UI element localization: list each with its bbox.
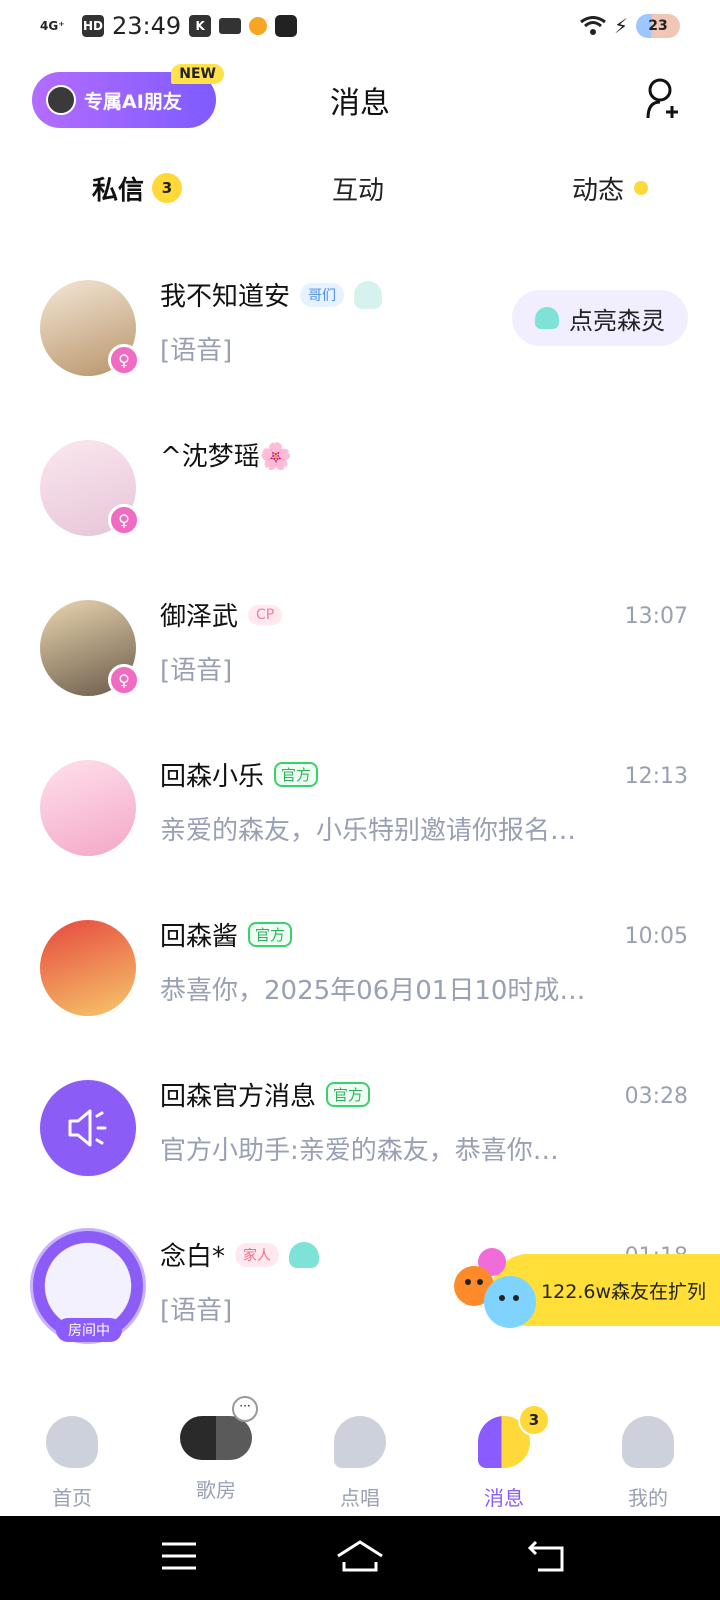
status-bar: 4G⁺ HD 23:49 K ⚡ 23: [0, 0, 720, 56]
contact-name: 我不知道安: [160, 282, 291, 312]
profile-robot-icon: [622, 1416, 674, 1468]
in-room-badge: 房间中: [56, 1318, 122, 1342]
speaker-icon: [68, 1109, 107, 1147]
unread-badge: 3: [152, 173, 183, 203]
tab-label: 私信: [89, 170, 147, 207]
nav-messages[interactable]: 消息 3: [432, 1392, 576, 1516]
nav-request-song[interactable]: 点唱: [288, 1392, 432, 1516]
contact-name: ^沈梦瑶🌸: [160, 442, 293, 472]
message-time: 13:07: [624, 604, 688, 629]
signal-indicator: 4G⁺: [40, 19, 65, 33]
avatar: [40, 920, 136, 1016]
new-dot: [634, 181, 649, 195]
nav-label: 消息: [484, 1486, 524, 1510]
message-preview: [语音]: [160, 336, 233, 366]
spirit-icon: [535, 307, 559, 329]
tab-label: 动态: [572, 175, 625, 206]
tab-label: 互动: [332, 175, 385, 206]
speaker-avatar: [40, 1080, 136, 1176]
nav-label: 歌房: [196, 1478, 236, 1502]
message-preview: 恭喜你，2025年06月01日10时成…: [160, 976, 586, 1006]
home-icon: [46, 1416, 98, 1468]
home-button-icon[interactable]: [336, 1538, 384, 1574]
bottom-navigation: 首页 歌房 ··· 点唱 消息 3 我的: [0, 1392, 720, 1516]
conversation-row[interactable]: 回森小乐 官方 亲爱的森友，小乐特别邀请你报名… 12:13: [0, 720, 720, 876]
official-tag: 官方: [248, 922, 293, 947]
more-dots-icon: ···: [232, 1396, 258, 1422]
tab-moments[interactable]: 动态: [572, 160, 649, 216]
relation-tag: 哥们: [300, 282, 345, 307]
system-navigation-bar: [0, 1516, 720, 1600]
conversation-row[interactable]: ♀ 我不知道安 哥们 [语音] 点亮森灵: [0, 240, 720, 396]
menu-icon[interactable]: [162, 1542, 196, 1570]
page-title: 消息: [330, 86, 390, 121]
spirit-icon: [289, 1241, 320, 1268]
wifi-icon: [580, 16, 606, 35]
capcut-icon: [275, 15, 298, 37]
battery-indicator: 23: [636, 14, 680, 38]
contact-name: 回森官方消息: [160, 1082, 317, 1112]
spirit-characters-icon: [454, 1248, 536, 1328]
relation-tag: 家人: [235, 1242, 280, 1267]
back-icon[interactable]: [528, 1540, 566, 1572]
spirit-icon: [354, 280, 383, 309]
conversation-row[interactable]: 回森酱 官方 恭喜你，2025年06月01日10时成… 10:05: [0, 880, 720, 1036]
relation-tag: CP: [248, 604, 283, 625]
female-icon: ♀: [108, 664, 140, 696]
app-notification-icon: [249, 17, 268, 35]
message-time: 12:13: [624, 764, 688, 789]
message-time: 03:28: [624, 1084, 688, 1109]
conversation-row[interactable]: 回森官方消息 官方 官方小助手:亲爱的森友，恭喜你… 03:28: [0, 1040, 720, 1196]
banner-text: 122.6w森友在扩列: [541, 1280, 706, 1303]
message-preview: 官方小助手:亲爱的森友，恭喜你…: [160, 1136, 559, 1166]
tab-private-messages[interactable]: 私信 3: [89, 160, 183, 216]
unread-badge: 3: [518, 1404, 550, 1436]
nav-label: 我的: [628, 1486, 668, 1510]
nav-profile[interactable]: 我的: [576, 1392, 720, 1516]
contact-name: 回森小乐: [160, 762, 265, 792]
status-time: 23:49: [112, 12, 182, 40]
message-time: 10:05: [624, 924, 688, 949]
message-preview: [语音]: [160, 656, 233, 686]
official-tag: 官方: [326, 1082, 371, 1107]
conversation-row[interactable]: ♀ 御泽武 CP [语音] 13:07: [0, 560, 720, 716]
video-icon: [219, 18, 242, 34]
official-tag: 官方: [274, 762, 319, 787]
contact-name: 御泽武: [160, 602, 239, 632]
add-friend-icon[interactable]: [644, 76, 684, 120]
light-spirit-label: 点亮森灵: [569, 306, 665, 335]
song-room-avatars-icon: [180, 1416, 252, 1460]
request-song-icon: [334, 1416, 386, 1468]
tab-interactions[interactable]: 互动: [332, 160, 384, 216]
hd-icon: HD: [82, 15, 104, 37]
charging-icon: ⚡: [613, 14, 628, 38]
nav-label: 首页: [52, 1486, 92, 1510]
avatar: [40, 760, 136, 856]
female-icon: ♀: [108, 344, 140, 376]
message-tabs: 私信 3 互动 动态: [0, 160, 720, 216]
header: 专属AI朋友 NEW 消息: [0, 64, 720, 130]
message-preview: [语音]: [160, 1296, 233, 1326]
nav-label: 点唱: [340, 1486, 380, 1510]
contact-name: 回森酱: [160, 922, 239, 952]
light-spirit-button[interactable]: 点亮森灵: [512, 290, 688, 346]
kuaishou-k-icon: K: [189, 15, 212, 37]
message-preview: 亲爱的森友，小乐特别邀请你报名…: [160, 816, 577, 846]
female-icon: ♀: [108, 504, 140, 536]
nav-song-room[interactable]: 歌房 ···: [144, 1392, 288, 1516]
nav-home[interactable]: 首页: [0, 1392, 144, 1516]
conversation-row[interactable]: ♀ ^沈梦瑶🌸: [0, 400, 720, 556]
contact-name: 念白*: [160, 1242, 226, 1272]
